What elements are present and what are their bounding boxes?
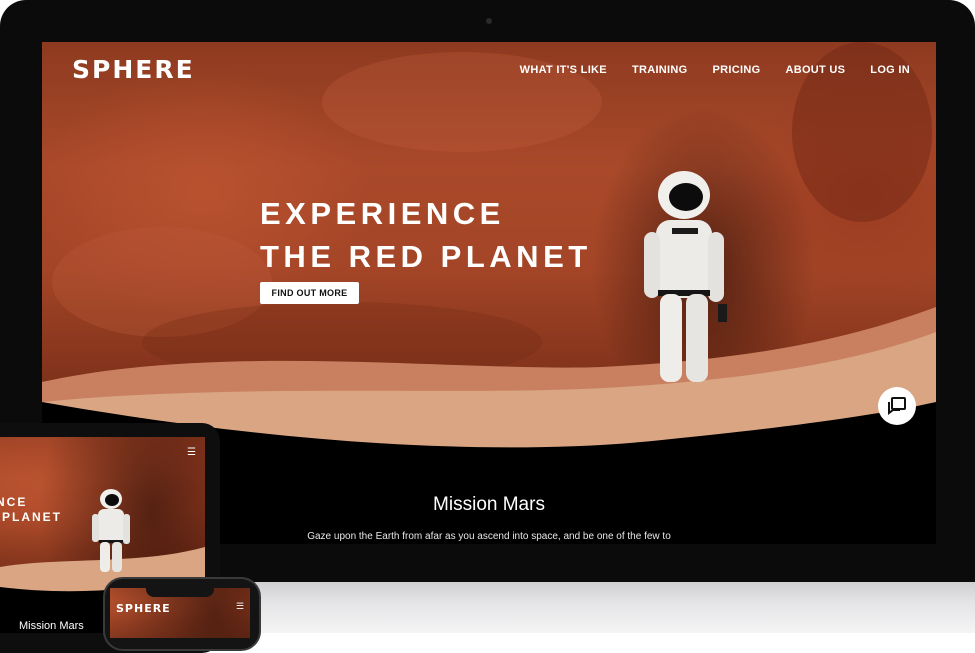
phone-screen: SPHERE ☰ bbox=[110, 588, 250, 638]
tablet-menu-icon[interactable]: ☰ bbox=[187, 447, 196, 458]
find-out-more-button[interactable]: FIND OUT MORE bbox=[260, 282, 359, 304]
nav-item-what-its-like[interactable]: WHAT IT'S LIKE bbox=[520, 64, 607, 76]
chat-bubble-icon bbox=[888, 397, 906, 415]
hero-title: EXPERIENCE THE RED PLANET bbox=[260, 192, 592, 278]
main-nav: WHAT IT'S LIKE TRAINING PRICING ABOUT US… bbox=[520, 64, 910, 76]
hero-title-line-2: THE RED PLANET bbox=[260, 239, 592, 274]
nav-item-pricing[interactable]: PRICING bbox=[713, 64, 761, 76]
astronaut bbox=[644, 171, 727, 382]
tablet-mission-title: Mission Mars bbox=[19, 620, 84, 632]
phone-notch bbox=[146, 588, 214, 597]
hero-title-line-1: EXPERIENCE bbox=[260, 196, 505, 231]
site-logo[interactable]: SPHERE bbox=[72, 55, 195, 84]
nav-item-log-in[interactable]: LOG IN bbox=[870, 64, 910, 76]
camera-dot bbox=[486, 18, 492, 24]
phone-menu-icon[interactable]: ☰ bbox=[236, 601, 244, 612]
tablet-hero-title: ENCE D PLANET bbox=[0, 495, 62, 525]
nav-item-about-us[interactable]: ABOUT US bbox=[785, 64, 845, 76]
tablet-title-line-2: D PLANET bbox=[0, 510, 62, 524]
chat-button[interactable] bbox=[878, 387, 916, 425]
tablet-title-line-1: ENCE bbox=[0, 495, 28, 509]
phone-logo[interactable]: SPHERE bbox=[116, 602, 171, 615]
nav-item-training[interactable]: TRAINING bbox=[632, 64, 688, 76]
